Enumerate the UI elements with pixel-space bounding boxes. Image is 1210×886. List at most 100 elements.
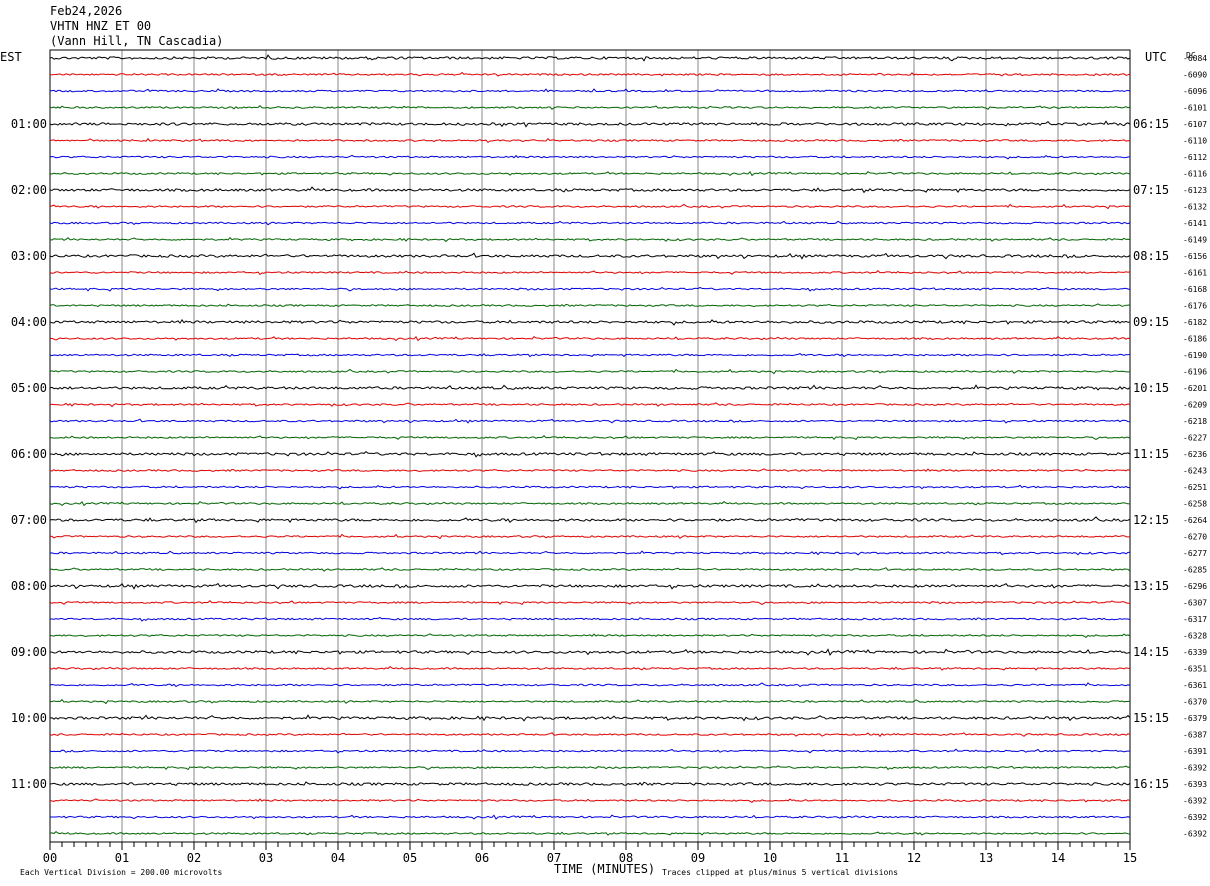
x-tick-label: 05 <box>403 851 417 865</box>
utc-hour-label: 10:15 <box>1133 381 1169 395</box>
trace-line <box>49 567 1131 572</box>
dc-offset-label: -6285 <box>1183 566 1207 575</box>
x-tick-label: 09 <box>691 851 705 865</box>
dc-offset-label: -6392 <box>1183 813 1207 822</box>
dc-offset-label: -6387 <box>1183 731 1207 740</box>
trace-line <box>49 353 1131 358</box>
x-tick-label: 14 <box>1051 851 1065 865</box>
dc-offset-label: -6149 <box>1183 236 1207 245</box>
trace-line <box>49 600 1131 606</box>
trace-line <box>50 617 1131 622</box>
x-tick-label: 03 <box>259 851 273 865</box>
dc-offset-label: -6112 <box>1183 153 1207 162</box>
x-axis-title: TIME (MINUTES) <box>554 862 655 876</box>
est-hour-label: 08:00 <box>11 579 47 593</box>
dc-offset-label: -6392 <box>1183 830 1207 839</box>
trace-line <box>49 270 1131 276</box>
dc-offset-label: -6201 <box>1183 384 1207 393</box>
x-tick-label: 04 <box>331 851 345 865</box>
est-hour-label: 10:00 <box>11 711 47 725</box>
trace-line <box>49 286 1131 292</box>
trace-line <box>49 665 1131 671</box>
utc-hour-label: 12:15 <box>1133 513 1169 527</box>
x-tick-label: 12 <box>907 851 921 865</box>
dc-offset-label: -6090 <box>1183 71 1207 80</box>
utc-hour-label: 16:15 <box>1133 777 1169 791</box>
dc-offset-label: -6141 <box>1183 219 1207 228</box>
trace-line <box>49 781 1131 787</box>
dc-offset-label: -6190 <box>1183 351 1207 360</box>
est-hour-label: 05:00 <box>11 381 47 395</box>
trace-line <box>49 765 1131 771</box>
dc-offset-label: -6258 <box>1183 500 1207 509</box>
trace-line <box>49 384 1131 391</box>
plot-frame <box>49 49 1131 850</box>
dc-offset-label: -6361 <box>1183 681 1207 690</box>
utc-hour-label: 13:15 <box>1133 579 1169 593</box>
trace-line <box>49 500 1131 507</box>
dc-offset-label: -6392 <box>1183 764 1207 773</box>
dc-offset-label: -6209 <box>1183 401 1207 410</box>
trace-line <box>49 54 1131 62</box>
x-tick-label: 10 <box>763 851 777 865</box>
dc-offset-label: -6328 <box>1183 632 1207 641</box>
trace-line <box>50 814 1131 820</box>
trace-line <box>49 435 1131 441</box>
trace-line <box>49 450 1131 458</box>
trace-line <box>49 105 1131 110</box>
x-tick-label: 02 <box>187 851 201 865</box>
dc-offset-label: -6277 <box>1183 549 1207 558</box>
est-hour-label: 09:00 <box>11 645 47 659</box>
dc-offset-label: -6182 <box>1183 318 1207 327</box>
utc-hour-label: 14:15 <box>1133 645 1169 659</box>
utc-hour-label: 11:15 <box>1133 447 1169 461</box>
dc-offset-label: -6307 <box>1183 599 1207 608</box>
est-hour-label: 04:00 <box>11 315 47 329</box>
trace-line <box>49 748 1131 754</box>
trace-line <box>49 236 1131 243</box>
dc-offset-label: -6351 <box>1183 665 1207 674</box>
dc-offset-label: -6317 <box>1183 615 1207 624</box>
trace-line <box>49 88 1131 93</box>
utc-hour-label: 09:15 <box>1133 315 1169 329</box>
utc-hour-label: 07:15 <box>1133 183 1169 197</box>
dc-offset-label: -6176 <box>1183 302 1207 311</box>
est-hour-label: 02:00 <box>11 183 47 197</box>
trace-line <box>49 154 1131 160</box>
trace-line <box>49 484 1131 490</box>
dc-offset-label: -6264 <box>1183 516 1207 525</box>
est-hour-label: 06:00 <box>11 447 47 461</box>
dc-offset-label: -6196 <box>1183 368 1207 377</box>
trace-line <box>49 550 1130 556</box>
dc-offset-label: -6251 <box>1183 483 1207 492</box>
x-tick-label: 15 <box>1123 851 1137 865</box>
est-zone-label: EST <box>0 50 22 64</box>
utc-hour-label: 15:15 <box>1133 711 1169 725</box>
dc-offset-label: -6227 <box>1183 434 1207 443</box>
trace-line <box>49 830 1131 836</box>
trace-line <box>49 633 1131 639</box>
dc-offset-label: -6123 <box>1183 186 1207 195</box>
dc-offset-label: -6391 <box>1183 747 1207 756</box>
trace-line <box>49 402 1131 408</box>
est-hour-label: 03:00 <box>11 249 47 263</box>
trace-line <box>49 319 1131 326</box>
dc-offset-label: -6132 <box>1183 203 1207 212</box>
utc-hour-label: 06:15 <box>1133 117 1169 131</box>
x-tick-label: 00 <box>43 851 57 865</box>
scale-note: Each Vertical Division = 200.00 microvol… <box>20 868 222 877</box>
dc-offset-label: -6168 <box>1183 285 1207 294</box>
trace-line <box>49 533 1131 540</box>
x-tick-label: 01 <box>115 851 129 865</box>
dc-offset-label: -6107 <box>1183 120 1207 129</box>
trace-line <box>49 220 1131 226</box>
dc-offset-label: -6101 <box>1183 104 1207 113</box>
trace-line <box>49 368 1130 375</box>
dc-offset-label: -6110 <box>1183 137 1207 146</box>
dc-offset-label: -6116 <box>1183 170 1207 179</box>
trace-line <box>49 648 1131 657</box>
utc-zone-label: UTC <box>1145 50 1167 64</box>
trace-line <box>49 698 1131 705</box>
trace-line <box>49 732 1131 738</box>
dc-offset-label: -6393 <box>1183 780 1207 789</box>
